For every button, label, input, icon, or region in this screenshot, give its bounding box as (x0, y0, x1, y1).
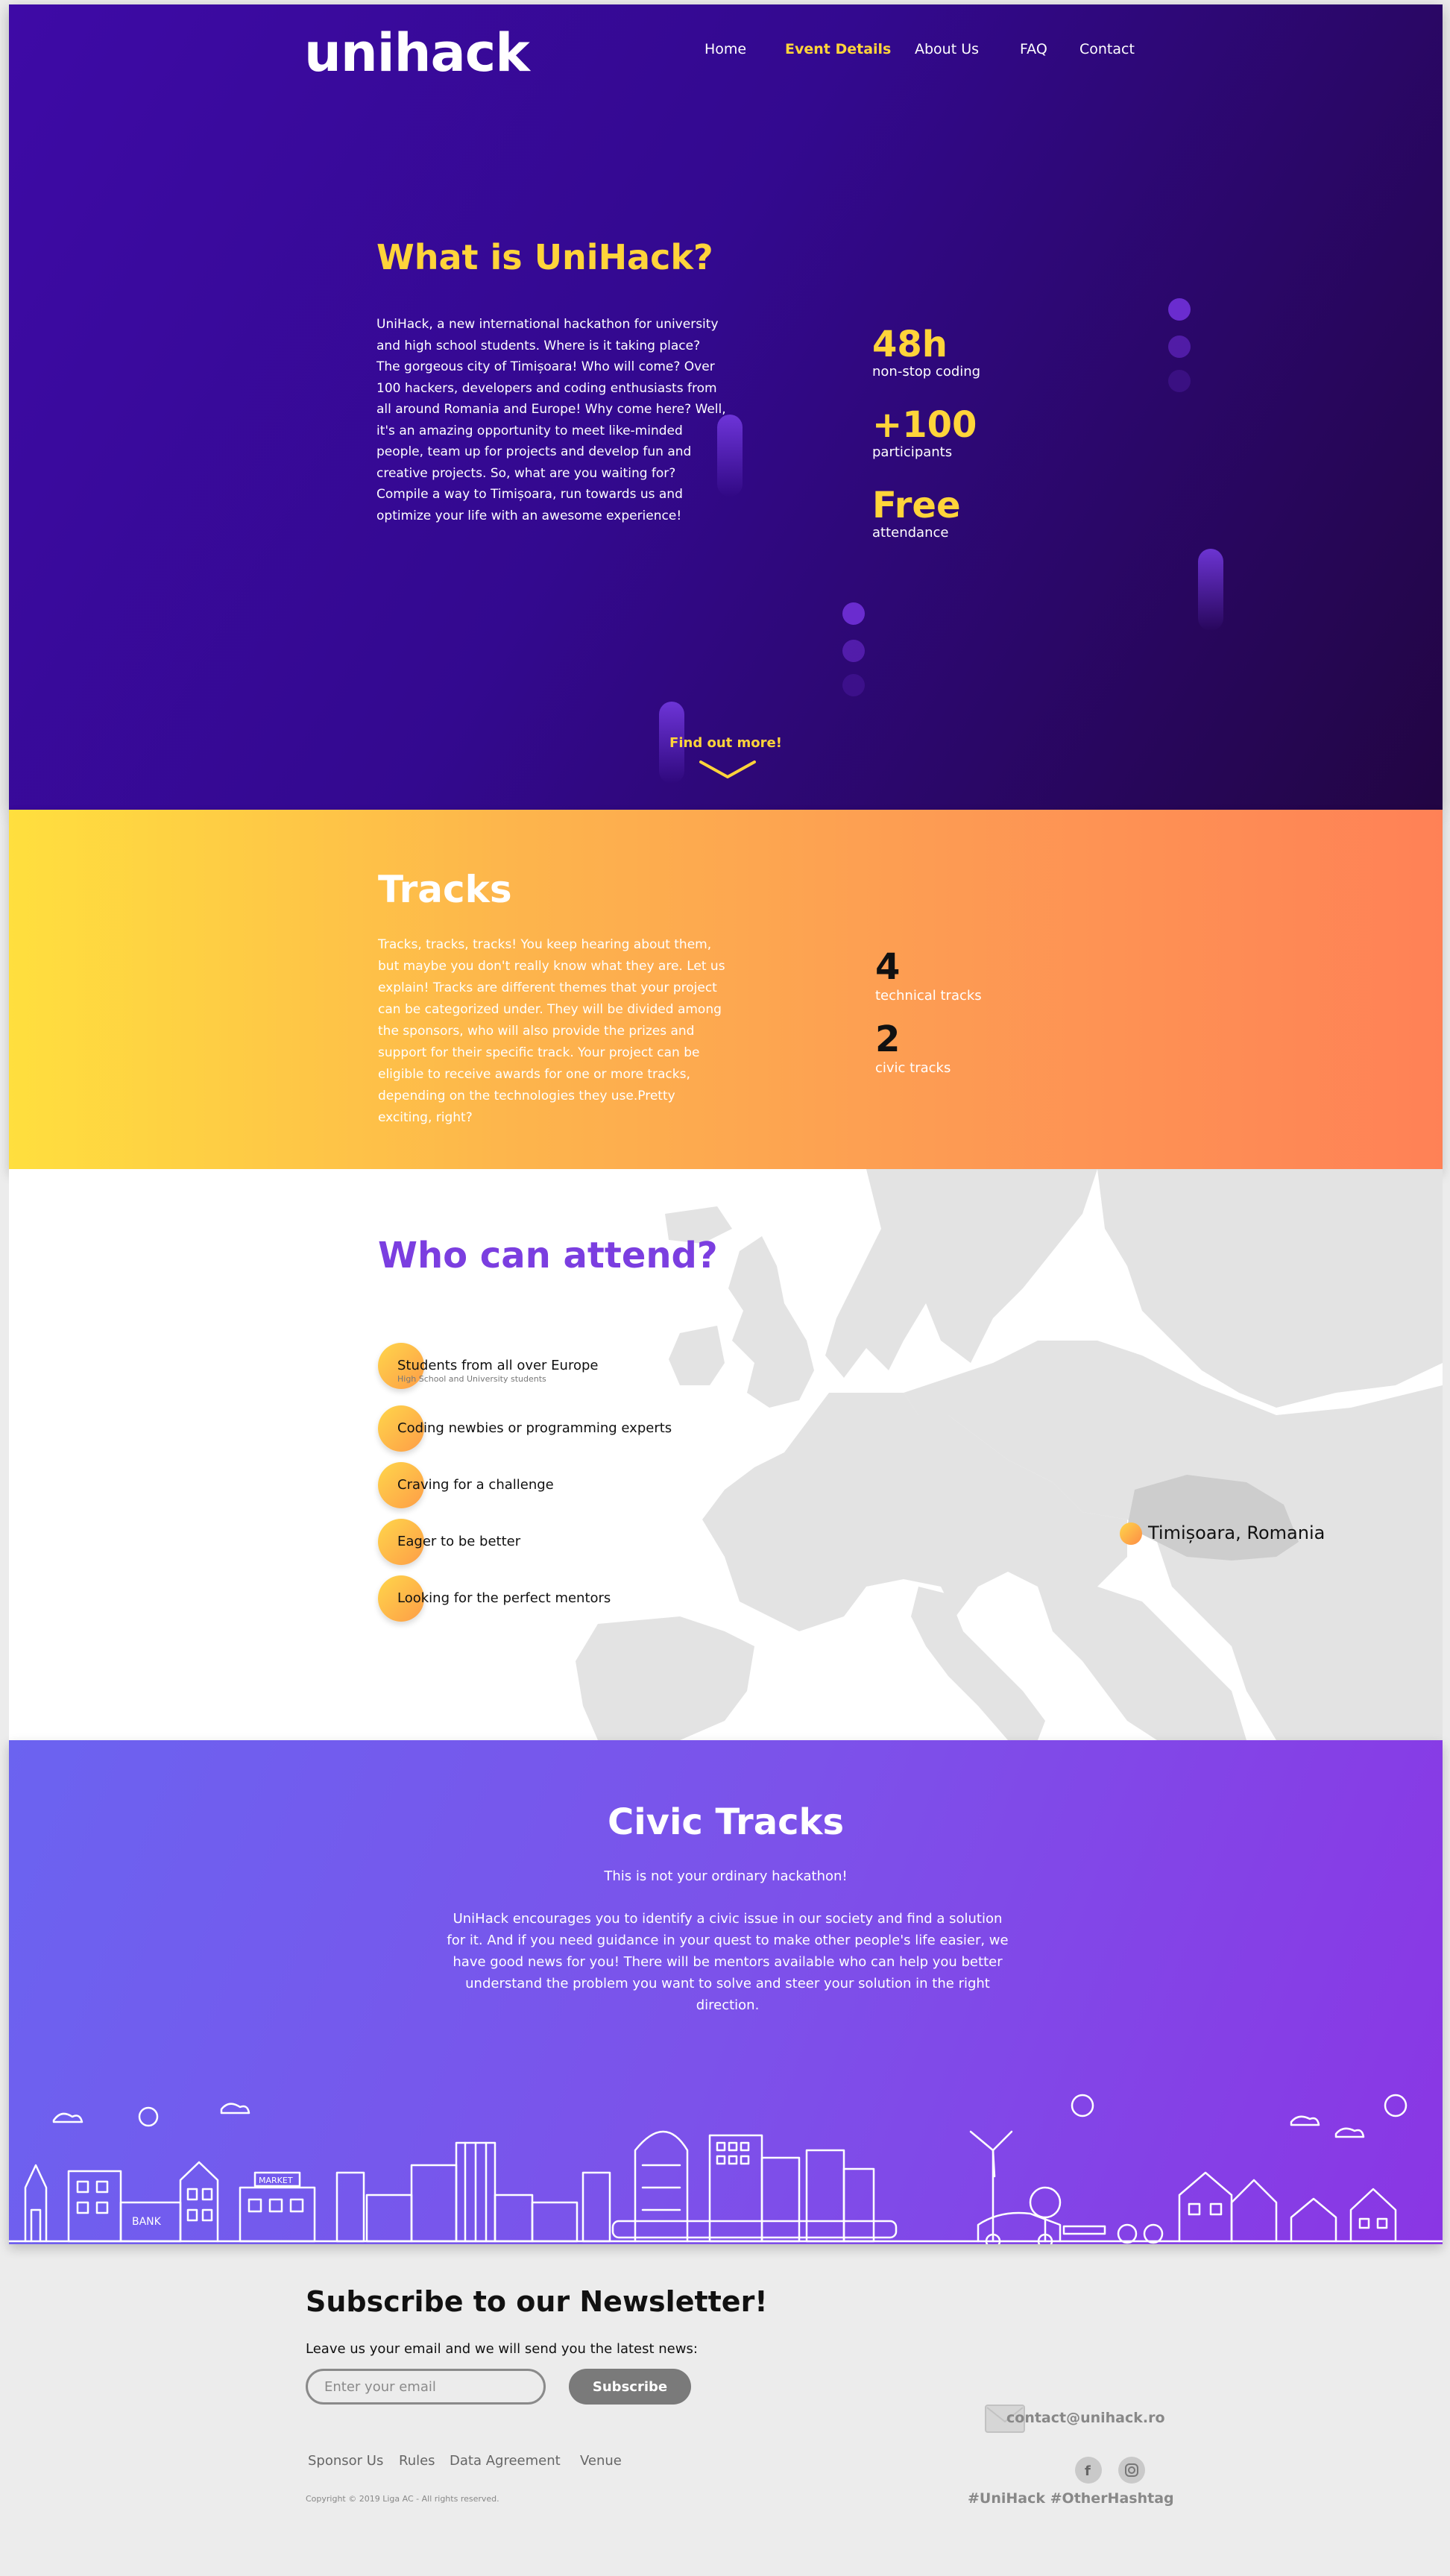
facebook-icon[interactable]: f (1075, 2457, 1102, 2484)
nav-event-details[interactable]: Event Details (785, 41, 891, 57)
decor-dot (1168, 298, 1191, 321)
stat-value: Free (872, 485, 961, 526)
copyright: Copyright © 2019 Liga AC - All rights re… (306, 2494, 499, 2504)
newsletter-title: Subscribe to our Newsletter! (306, 2285, 768, 2318)
hero-description: UniHack, a new international hackathon f… (376, 317, 726, 523)
footer-link-venue[interactable]: Venue (580, 2453, 622, 2469)
contact-email: contact@unihack.ro (1006, 2410, 1165, 2426)
footer-link-sponsor-us[interactable]: Sponsor Us (308, 2453, 383, 2469)
stat-label: civic tracks (875, 1060, 951, 1076)
attend-item-label: Coding newbies or programming experts (397, 1420, 672, 1436)
tracks-title: Tracks (378, 868, 512, 911)
nav-about-us[interactable]: About Us (915, 41, 979, 57)
nav-home[interactable]: Home (704, 41, 746, 57)
stat-technical-tracks: 4 technical tracks (875, 949, 982, 1004)
page: unihack Home Event Details About Us FAQ … (0, 0, 1450, 2576)
civic-description: UniHack encourages you to identify a civ… (447, 1911, 1009, 2013)
decor-dot (1168, 370, 1191, 392)
stat-label: participants (872, 444, 953, 460)
hero-title: What is UniHack? (376, 237, 713, 277)
attend-item-label: Craving for a challenge (397, 1477, 554, 1493)
hero-section: unihack Home Event Details About Us FAQ … (9, 4, 1443, 810)
attend-item-label: Students from all over Europe (397, 1358, 599, 1373)
hashtags: #UniHack #OtherHashtag (968, 2490, 1174, 2507)
stat-label: non-stop coding (872, 364, 981, 380)
tracks-description: Tracks, tracks, tracks! You keep hearing… (378, 937, 725, 1125)
tracks-section: Tracks Tracks, tracks, tracks! You keep … (9, 810, 1443, 1169)
instagram-icon[interactable] (1118, 2457, 1145, 2484)
stat-participants: +100 participants (872, 407, 977, 460)
city-skyline-illustration: BANK MARKET (9, 2094, 1443, 2244)
stat-value: +100 (872, 404, 977, 446)
newsletter-subtitle: Leave us your email and we will send you… (306, 2341, 698, 2357)
stat-label: attendance (872, 525, 949, 541)
civic-section: Civic Tracks This is not your ordinary h… (9, 1740, 1443, 2244)
stat-label: technical tracks (875, 988, 982, 1004)
decor-pill (1198, 549, 1223, 631)
unihack-logo[interactable]: unihack (304, 27, 530, 79)
decor-dot (842, 674, 865, 696)
attend-title: Who can attend? (378, 1235, 718, 1276)
nav-contact[interactable]: Contact (1079, 41, 1135, 57)
attend-item-label: Eager to be better (397, 1534, 521, 1549)
attend-item-label: Looking for the perfect mentors (397, 1590, 611, 1606)
civic-subtitle: This is not your ordinary hackathon! (604, 1868, 848, 1884)
svg-text:f: f (1085, 2463, 1091, 2479)
stat-coding: 48h non-stop coding (872, 327, 980, 380)
find-out-more-link[interactable]: Find out more! (9, 735, 1443, 751)
bank-sign: BANK (132, 2216, 162, 2228)
stat-civic-tracks: 2 civic tracks (875, 1021, 951, 1076)
stat-value: 4 (875, 946, 901, 988)
footer-link-rules[interactable]: Rules (399, 2453, 435, 2469)
decor-dot (842, 640, 865, 662)
market-sign: MARKET (259, 2176, 293, 2185)
decor-dot (1168, 336, 1191, 358)
stat-value: 48h (872, 324, 948, 365)
map-pin-icon (1120, 1522, 1142, 1545)
footer: Subscribe to our Newsletter! Leave us yo… (0, 2244, 1450, 2576)
stat-attendance: Free attendance (872, 488, 961, 541)
nav-faq[interactable]: FAQ (1020, 41, 1047, 57)
subscribe-button[interactable]: Subscribe (569, 2369, 691, 2405)
stat-value: 2 (875, 1018, 901, 1060)
europe-map (576, 1169, 1443, 1740)
location-label: Timișoara, Romania (1148, 1522, 1326, 1543)
footer-link-data-agreement[interactable]: Data Agreement (450, 2453, 561, 2469)
decor-dot (842, 602, 865, 625)
chevron-down-icon[interactable] (698, 759, 757, 781)
civic-title: Civic Tracks (607, 1801, 845, 1843)
attend-item-sublabel: High School and University students (397, 1374, 546, 1384)
email-field[interactable] (306, 2369, 546, 2405)
attend-section: Who can attend? Students from all over E… (9, 1169, 1443, 1740)
